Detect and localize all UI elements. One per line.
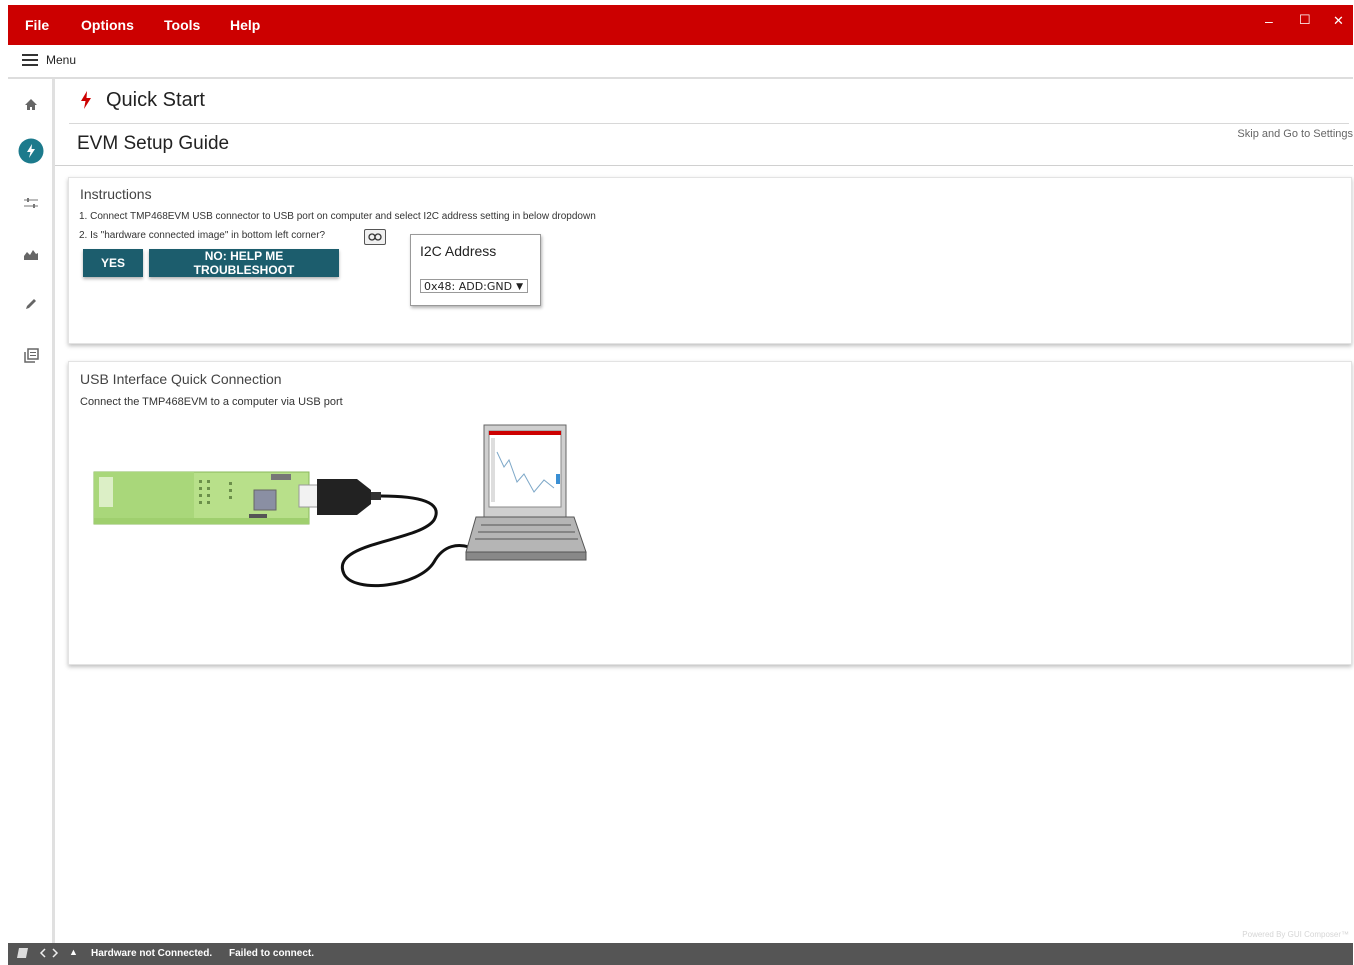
hamburger-menu-icon[interactable] [22,54,38,66]
register-map-icon[interactable] [20,344,42,366]
divider [55,165,1353,166]
minimize-button[interactable]: – [1265,13,1273,29]
sidebar [8,79,55,943]
connection-icon[interactable] [38,946,60,963]
section-title: EVM Setup Guide [77,133,230,154]
menu-options[interactable]: Options [81,5,134,45]
status-bar: ▲ Hardware not Connected. Failed to conn… [8,943,1353,965]
usb-card-title: USB Interface Quick Connection [80,371,282,387]
usb-card-text: Connect the TMP468EVM to a computer via … [80,396,343,408]
chart-icon[interactable] [20,243,42,265]
page-title: Quick Start [80,87,205,113]
link-icon[interactable] [364,229,386,245]
maximize-button[interactable]: ☐ [1299,12,1311,28]
instructions-card: Instructions 1. Connect TMP468EVM USB co… [68,177,1352,344]
yes-button[interactable]: YES [83,249,143,277]
menu-row: Menu [8,45,1353,79]
status-expand-arrow-icon[interactable]: ▲ [69,947,78,957]
app-window: File Options Tools Help – ☐ ✕ Menu Quick… [8,5,1353,965]
troubleshoot-button[interactable]: NO: HELP ME TROUBLESHOOT [149,249,339,277]
page-title-text: Quick Start [106,88,205,111]
menu-help[interactable]: Help [230,5,260,45]
skip-to-settings-link[interactable]: Skip and Go to Settings [1237,128,1353,140]
usb-connection-card: USB Interface Quick Connection Connect t… [68,361,1352,665]
title-bar: File Options Tools Help – ☐ ✕ [8,5,1353,45]
i2c-address-selected: 0x48: ADD:GND [424,280,513,293]
hardware-icon[interactable] [16,946,30,963]
instruction-step-1: 1. Connect TMP468EVM USB connector to US… [79,211,596,222]
menu-label[interactable]: Menu [46,53,76,67]
pencil-icon[interactable] [20,293,42,315]
main-content: Quick Start EVM Setup Guide Skip and Go … [55,79,1353,943]
menu-tools[interactable]: Tools [164,5,200,45]
evm-connection-illustration [93,424,587,588]
menu-file[interactable]: File [25,5,49,45]
i2c-address-panel: I2C Address 0x48: ADD:GND ▼ [410,234,541,306]
connect-status-text: Failed to connect. [229,948,315,959]
close-button[interactable]: ✕ [1333,13,1344,29]
instruction-step-2: 2. Is "hardware connected image" in bott… [79,230,326,241]
i2c-address-title: I2C Address [420,243,497,259]
dropdown-arrow-icon: ▼ [516,282,523,292]
powered-by-text: Powered By GUI Composer™ [1242,930,1349,939]
divider [69,123,1349,124]
quick-start-bolt-icon[interactable] [18,138,44,164]
settings-sliders-icon[interactable] [20,192,42,214]
i2c-address-dropdown[interactable]: 0x48: ADD:GND ▼ [420,279,528,293]
hardware-status-text: Hardware not Connected. [91,948,213,959]
instructions-title: Instructions [80,186,152,202]
home-icon[interactable] [20,93,42,115]
bolt-icon [81,91,91,109]
